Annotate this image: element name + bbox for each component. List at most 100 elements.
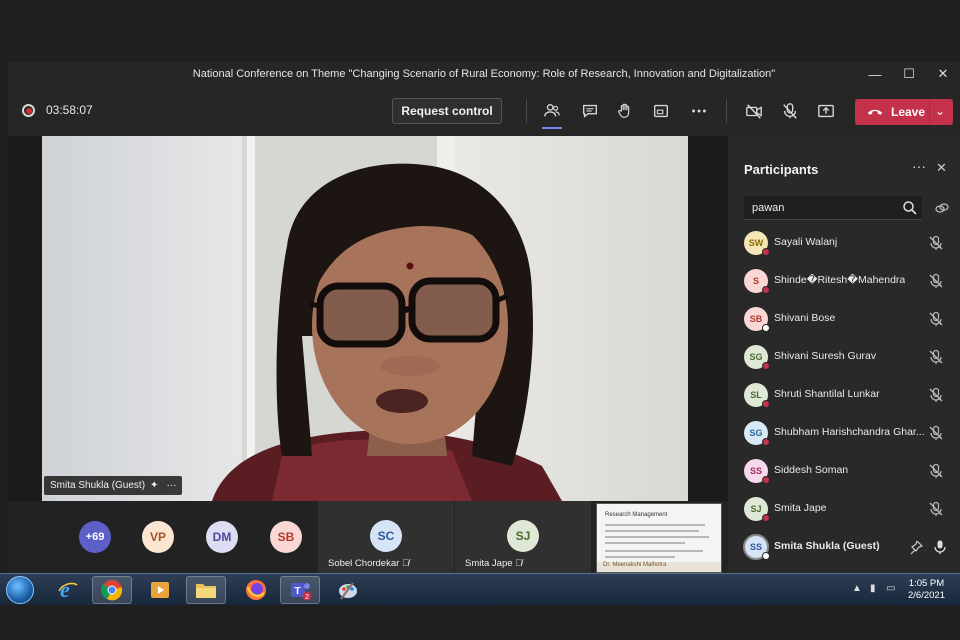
pin-icon: ✦ <box>150 480 159 491</box>
mic-off-icon[interactable] <box>928 235 944 251</box>
camera-off-icon[interactable] <box>741 99 767 123</box>
file-explorer-icon[interactable] <box>186 576 226 604</box>
raise-hand-icon[interactable] <box>612 99 638 123</box>
participant-avatar[interactable]: VP <box>142 521 174 553</box>
pin-icon[interactable] <box>908 539 924 555</box>
mic-off-icon[interactable] <box>928 311 944 327</box>
participants-panel: Participants ··· ✕ SWSayali WalanjSShind… <box>728 136 960 573</box>
search-icon[interactable] <box>902 200 918 216</box>
participant-name: Smita Shukla (Guest) <box>774 540 880 552</box>
text-line <box>605 556 675 558</box>
participant-tile[interactable]: SJ Smita Jape 🎙̸ <box>455 501 591 573</box>
participant-row[interactable]: S Shinde�Ritesh�Mahendra <box>728 262 960 300</box>
mic-off-icon[interactable] <box>928 387 944 403</box>
participant-row[interactable]: SG Shivani Suresh Gurav <box>728 338 960 376</box>
text-line <box>605 542 685 544</box>
participant-name: Shivani Suresh Gurav <box>774 350 877 362</box>
speaker-name-tag: Smita Shukla (Guest) ✦ ··· <box>44 476 183 495</box>
mic-on-icon[interactable] <box>932 539 948 555</box>
text-line <box>605 530 699 532</box>
panel-close-icon[interactable]: ✕ <box>936 160 947 176</box>
participant-row[interactable]: SG Shubham Harishchandra Ghar... <box>728 414 960 452</box>
presence-status-icon <box>762 438 770 446</box>
mic-off-icon[interactable] <box>928 425 944 441</box>
participant-name: Sayali Walanj <box>774 236 838 248</box>
participants-icon[interactable] <box>539 99 565 129</box>
meeting-timer: 03:58:07 <box>46 103 93 117</box>
mic-off-icon[interactable] <box>928 463 944 479</box>
screen: National Conference on Theme "Changing S… <box>0 0 960 640</box>
share-footer: Dr. Meenakshi Malhotra <box>597 562 721 572</box>
leave-button[interactable]: Leave ⌄ <box>855 99 953 125</box>
chevron-down-icon[interactable]: ⌄ <box>935 104 945 118</box>
mic-off-icon: 🎙̸ <box>515 558 523 569</box>
top-letterbox <box>0 0 960 62</box>
participant-search[interactable] <box>744 196 922 220</box>
share-screen-icon[interactable] <box>813 99 839 123</box>
svg-text:e: e <box>60 579 70 601</box>
text-line <box>605 550 703 552</box>
participant-avatar: SC <box>370 520 402 552</box>
close-window-icon[interactable]: ✕ <box>926 62 960 86</box>
leave-divider <box>929 99 930 125</box>
participant-avatar[interactable]: SB <box>270 521 302 553</box>
toolbar-divider <box>726 99 727 123</box>
chrome-icon[interactable] <box>92 576 132 604</box>
meeting-toolbar: 03:58:07 Request control Leave ⌄ <box>8 86 960 136</box>
text-line <box>605 524 705 526</box>
participant-avatar[interactable]: DM <box>206 521 238 553</box>
overflow-count-badge[interactable]: +69 <box>79 521 111 553</box>
chat-icon[interactable] <box>577 99 603 123</box>
participant-row[interactable]: SS Siddesh Soman <box>728 452 960 490</box>
mic-off-icon[interactable] <box>928 349 944 365</box>
panel-title: Participants <box>744 162 819 177</box>
network-icon[interactable]: ▮ <box>870 583 876 594</box>
participant-name: Shivani Bose <box>774 312 836 324</box>
participant-tile[interactable]: SC Sobel Chordekar 🎙̸ <box>318 501 454 573</box>
share-heading: Research Management <box>605 512 668 518</box>
video-stage: Smita Shukla (Guest) ✦ ··· <box>8 136 728 501</box>
minimize-icon[interactable]: — <box>858 62 892 86</box>
presence-status-icon <box>762 514 770 522</box>
participant-row[interactable]: SJ Smita Jape <box>728 490 960 528</box>
participant-name: Smita Jape <box>774 502 827 514</box>
media-player-icon[interactable] <box>140 576 180 604</box>
participant-avatar: SJ <box>507 520 539 552</box>
mic-off-icon[interactable] <box>928 273 944 289</box>
more-actions-icon[interactable] <box>686 99 712 123</box>
firefox-icon[interactable] <box>236 576 276 604</box>
internet-explorer-icon[interactable]: e <box>48 576 88 604</box>
window-title: National Conference on Theme "Changing S… <box>192 68 776 80</box>
presence-status-icon <box>762 400 770 408</box>
phone-hangup-icon <box>867 109 883 115</box>
presence-status-icon <box>762 476 770 484</box>
request-control-button[interactable]: Request control <box>392 98 502 124</box>
panel-more-icon[interactable]: ··· <box>912 158 926 174</box>
participant-row[interactable]: SB Shivani Bose <box>728 300 960 338</box>
participant-row[interactable]: SW Sayali Walanj <box>728 224 960 262</box>
maximize-icon[interactable]: ☐ <box>892 62 926 86</box>
participant-row[interactable]: SS Smita Shukla (Guest) <box>728 528 960 566</box>
mic-off-icon[interactable] <box>777 99 803 123</box>
toolbar-divider <box>526 99 527 123</box>
taskbar-clock[interactable]: 1:05 PM 2/6/2021 <box>908 578 945 602</box>
teams-icon[interactable]: T2 <box>280 576 320 604</box>
tile-name-text: Sobel Chordekar <box>328 558 400 569</box>
teams-badge-count: 2 <box>305 594 309 601</box>
mic-off-icon[interactable] <box>928 501 944 517</box>
participant-list: SW Sayali Walanj S Shinde�Ritesh�Mahendra SB… <box>728 224 960 566</box>
speaker-video: Smita Shukla (Guest) ✦ ··· <box>42 136 688 501</box>
show-hidden-icons-icon[interactable]: ▲ <box>852 583 862 594</box>
display-icon[interactable]: ▭ <box>886 583 895 594</box>
more-options-icon[interactable]: ··· <box>166 480 176 491</box>
recording-icon <box>22 104 35 117</box>
invite-link-icon[interactable] <box>934 200 950 216</box>
share-tray-icon[interactable] <box>648 99 674 123</box>
participant-name: Shinde�Ritesh�Mahendra <box>774 274 906 286</box>
paint-icon[interactable] <box>328 576 368 604</box>
window-controls: — ☐ ✕ <box>858 62 960 86</box>
search-input[interactable] <box>744 196 894 220</box>
participant-row[interactable]: SL Shruti Shantilal Lunkar <box>728 376 960 414</box>
shared-content-thumbnail[interactable]: Research Management Dr. Meenakshi Malhot… <box>596 503 722 573</box>
start-button-icon[interactable] <box>6 576 34 604</box>
